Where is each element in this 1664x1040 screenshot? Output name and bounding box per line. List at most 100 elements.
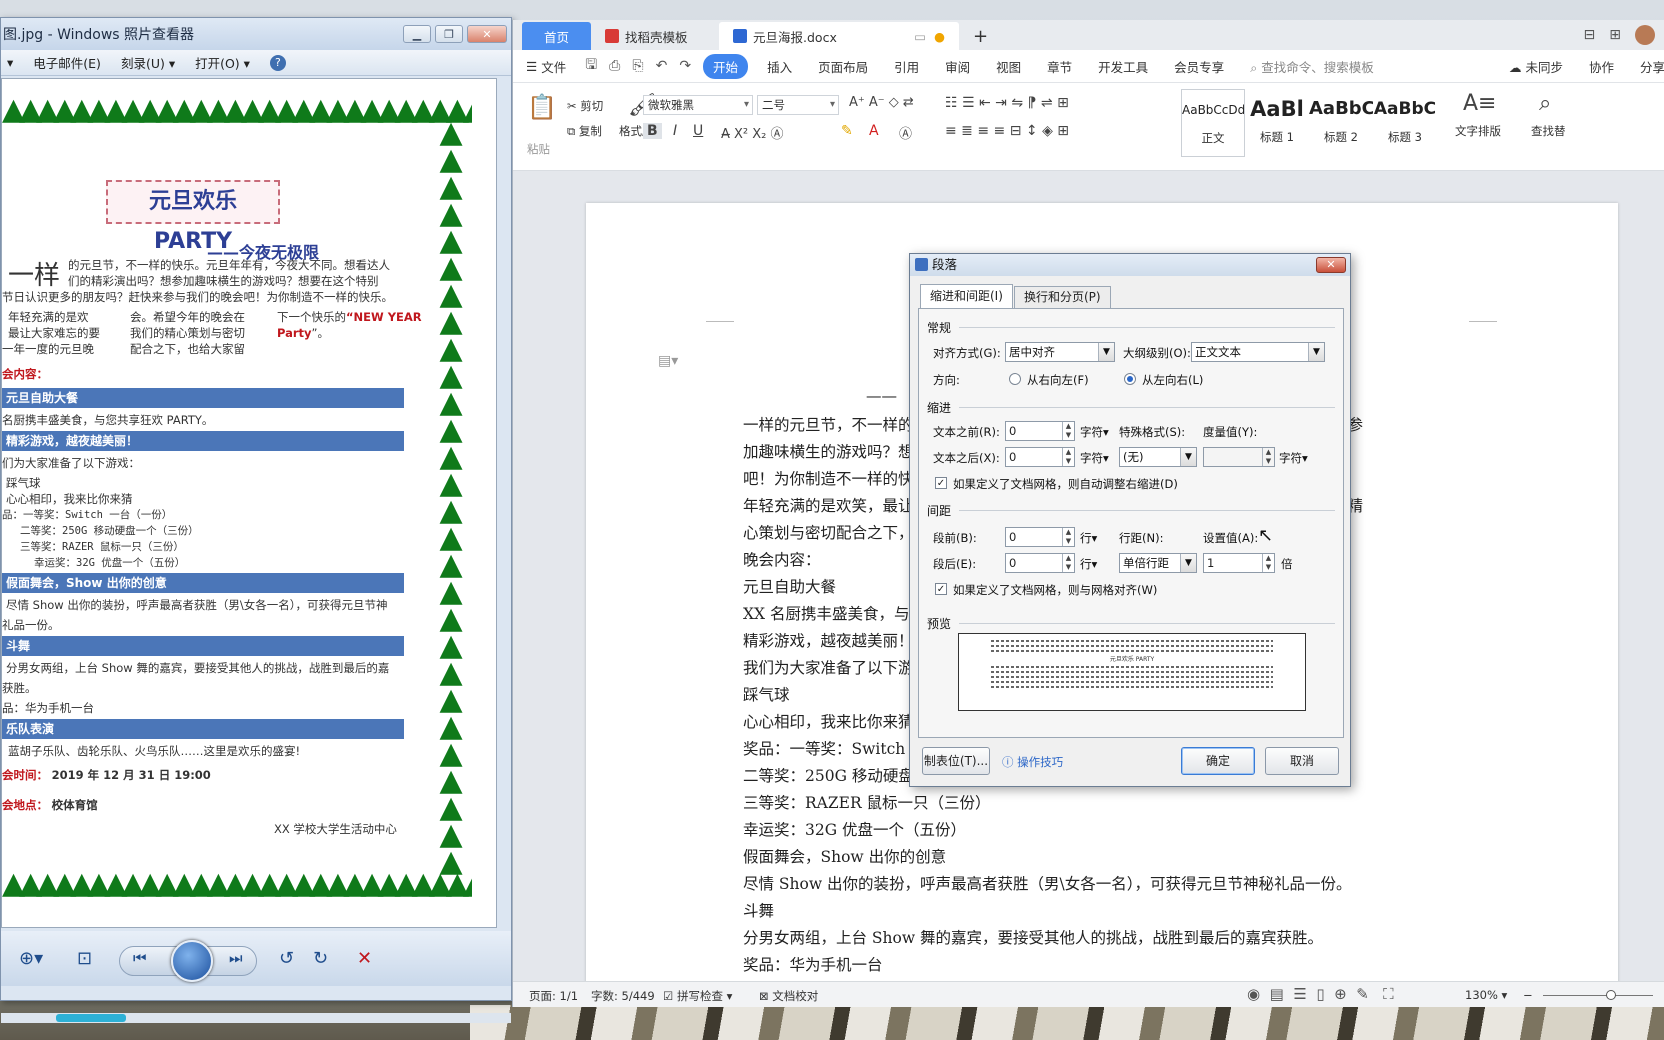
paragraph-options-icon[interactable]: ▤▾ (658, 353, 678, 369)
spinner-icon[interactable]: ▲ ▼ (1062, 422, 1074, 440)
text-layout-icon[interactable]: A≡ (1463, 91, 1496, 116)
tab-line-page-break[interactable]: 换行和分页(P) (1014, 286, 1111, 308)
measure-unit[interactable]: 字符▾ (1279, 450, 1308, 466)
sync-status[interactable]: ☁ 未同步 (1509, 57, 1563, 76)
spinner-icon[interactable]: ▲ ▼ (1262, 448, 1274, 466)
ok-button[interactable]: 确定 (1181, 747, 1255, 775)
page-count[interactable]: 页面: 1/1 (529, 988, 578, 1004)
alignment-icons[interactable]: ≡ ≣ ≡ ≡ ⊟ ↕ ◈ ⊞ (945, 123, 1069, 139)
new-tab-icon[interactable]: + (959, 22, 1002, 50)
delete-icon[interactable]: ✕ (357, 948, 372, 969)
minimize-button[interactable]: ▁ (403, 25, 431, 43)
find-icon[interactable]: ⌕ (1539, 91, 1551, 116)
find-replace-label[interactable]: 查找替 (1531, 123, 1566, 139)
dialog-close-button[interactable]: ✕ (1316, 257, 1346, 273)
menu-review[interactable]: 审阅 (945, 57, 970, 76)
rtl-label[interactable]: 从右向左(F) (1027, 372, 1089, 388)
menu-burn[interactable]: 刻录(U) ▾ (121, 53, 175, 72)
menu-insert[interactable]: 插入 (767, 57, 792, 76)
proofread[interactable]: ⊠ 文档校对 (759, 988, 818, 1004)
collaborate-button[interactable]: 协作 (1589, 57, 1614, 76)
tab-document[interactable]: 元旦海报.docx ▭ ● (719, 22, 960, 50)
fit-window-icon[interactable]: ⊡ (77, 948, 92, 969)
auto-indent-label[interactable]: 如果定义了文档网格，则自动调整右缩进(D) (953, 476, 1178, 492)
zoom-out-icon[interactable]: − (1523, 988, 1533, 1002)
redo-icon[interactable]: ↷ (679, 58, 691, 74)
avatar[interactable] (1635, 25, 1655, 45)
text-layout-label[interactable]: 文字排版 (1455, 123, 1501, 139)
highlight-icon[interactable]: ✎ (841, 123, 853, 139)
maximize-button[interactable]: ❐ (435, 25, 463, 43)
view-mode-icons[interactable]: ◉ ▤ ☰ ▯ ⊕ ✎ ⛶ (1247, 985, 1394, 1003)
style-heading1[interactable]: AaBl 标题 1 (1245, 89, 1309, 157)
list-icons[interactable]: ☷ ☰ ⇤ ⇥ ⇋ ⁋ ⇌ ⊞ (945, 95, 1069, 111)
next-icon[interactable]: ⏭ (229, 949, 243, 967)
font-family-select[interactable]: 微软雅黑 (643, 95, 753, 115)
apps-icon[interactable]: ⊞ (1609, 27, 1621, 43)
rtl-radio[interactable] (1009, 373, 1021, 385)
char-border-icon[interactable]: Ⓐ (899, 123, 912, 142)
after-text-unit[interactable]: 字符▾ (1080, 450, 1109, 466)
ltr-radio[interactable] (1124, 373, 1136, 385)
before-text-input[interactable]: 0 ▲ ▼ (1005, 421, 1075, 441)
setting-input[interactable]: 1 ▲ ▼ (1203, 553, 1275, 573)
copy-button[interactable]: ⧉ 复制 (567, 123, 602, 139)
menu-member[interactable]: 会员专享 (1174, 57, 1224, 76)
after-text-input[interactable]: 0 ▲ ▼ (1005, 447, 1075, 467)
menu-chapter[interactable]: 章节 (1047, 57, 1072, 76)
menu-file-wps[interactable]: 文件 (541, 57, 566, 76)
menu-view[interactable]: 视图 (996, 57, 1021, 76)
grow-font-icon[interactable]: A⁺ A⁻ ◇ ⇄ (849, 95, 914, 110)
save-icon[interactable]: 🖫 (585, 54, 597, 78)
grid-align-label[interactable]: 如果定义了文档网格，则与网格对齐(W) (953, 582, 1157, 598)
space-after-unit[interactable]: 行▾ (1080, 556, 1097, 572)
cancel-button[interactable]: 取消 (1265, 747, 1339, 775)
layout-icon[interactable]: ⊟ (1584, 27, 1596, 43)
spell-check[interactable]: ☑ 拼写检查 ▾ (663, 988, 732, 1004)
space-before-unit[interactable]: 行▾ (1080, 530, 1097, 546)
spinner-icon[interactable]: ▲ ▼ (1262, 554, 1274, 572)
grid-align-checkbox[interactable]: ✓ (935, 583, 947, 595)
alignment-select[interactable]: 居中对齐 ▼ (1005, 342, 1115, 362)
slideshow-button[interactable] (171, 940, 213, 982)
spinner-icon[interactable]: ▲ ▼ (1062, 554, 1074, 572)
rotate-left-icon[interactable]: ↺ (279, 948, 294, 969)
style-heading2[interactable]: AaBbC 标题 2 (1309, 89, 1373, 157)
space-after-input[interactable]: 0 ▲ ▼ (1005, 553, 1075, 573)
paste-icon[interactable]: 📋 (527, 93, 557, 121)
menu-open[interactable]: 打开(O) ▾ (195, 53, 250, 72)
outline-level-select[interactable]: 正文文本 ▼ (1191, 342, 1325, 362)
zoom-slider[interactable] (1543, 995, 1653, 996)
tab-home[interactable]: 首页 (522, 22, 592, 50)
font-effects-icons[interactable]: A̶ X² X₂ Ⓐ (721, 123, 784, 142)
tab-template[interactable]: 找稻壳模板 (591, 22, 719, 50)
spinner-icon[interactable]: ▲ ▼ (1062, 448, 1074, 466)
menu-start[interactable]: 开始 (703, 53, 749, 79)
close-button[interactable]: ✕ (467, 25, 507, 43)
menu-layout[interactable]: 页面布局 (818, 57, 868, 76)
zoom-level[interactable]: 130% ▾ (1465, 988, 1507, 1002)
tab-indent-spacing[interactable]: 缩进和间距(I) (920, 284, 1013, 308)
undo-icon[interactable]: ↶ (656, 58, 668, 74)
style-normal[interactable]: AaBbCcDd 正文 (1181, 89, 1245, 157)
tab-stops-button[interactable]: 制表位(T)... (922, 747, 990, 775)
print-icon[interactable]: ⎘ (632, 58, 643, 74)
cut-button[interactable]: ✂ 剪切 (567, 98, 603, 114)
font-color-icon[interactable]: A (869, 123, 879, 139)
menu-email[interactable]: 电子邮件(E) (33, 53, 101, 72)
auto-indent-checkbox[interactable]: ✓ (935, 477, 947, 489)
menu-file[interactable]: ▾ (7, 55, 13, 70)
previous-icon[interactable]: ⏮ (133, 949, 147, 967)
line-spacing-select[interactable]: 单倍行距 ▼ (1119, 553, 1197, 573)
zoom-slider-handle[interactable] (1606, 990, 1616, 1000)
underline-icon[interactable]: U (693, 123, 703, 139)
menu-developer[interactable]: 开发工具 (1098, 57, 1148, 76)
spinner-icon[interactable]: ▲ ▼ (1062, 528, 1074, 546)
command-search[interactable]: ⌕ 查找命令、搜索模板 (1250, 57, 1374, 76)
share-button[interactable]: 分享 (1640, 57, 1664, 76)
print-preview-icon[interactable]: ⎙ (609, 58, 620, 74)
space-before-input[interactable]: 0 ▲ ▼ (1005, 527, 1075, 547)
rotate-right-icon[interactable]: ↻ (313, 948, 328, 969)
font-size-select[interactable]: 二号 (757, 95, 839, 115)
bold-icon[interactable]: B (643, 123, 662, 139)
